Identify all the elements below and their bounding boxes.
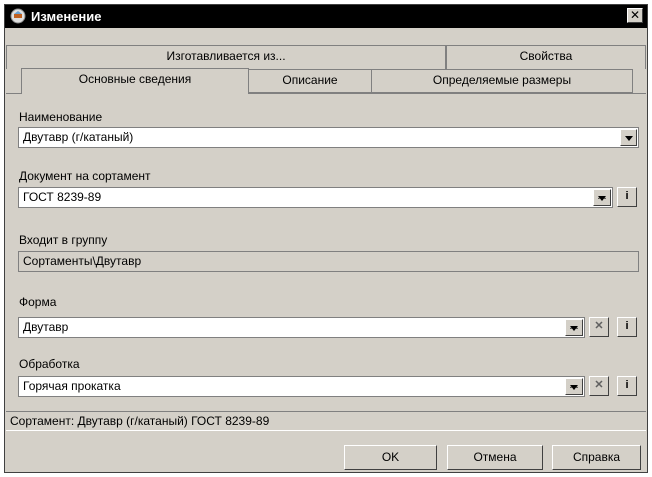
form-field[interactable]: Двутавр ...: [18, 317, 585, 338]
tab-description[interactable]: Описание: [248, 69, 372, 93]
tab-basic-info-label: Основные сведения: [78, 72, 192, 86]
close-icon: ✕: [629, 8, 641, 22]
group-value: Сортаменты\Двутавр: [23, 254, 142, 268]
chevron-down-icon[interactable]: [620, 129, 637, 146]
edit-dialog: Изменение ✕ Изготавливается из... Свойст…: [4, 4, 648, 473]
x-icon: ✕: [594, 379, 604, 391]
info-icon: i: [625, 320, 629, 332]
info-icon: i: [625, 379, 629, 391]
document-value: ГОСТ 8239-89: [23, 190, 102, 204]
form-value: Двутавр: [23, 320, 69, 334]
group-field: Сортаменты\Двутавр: [18, 251, 639, 272]
name-select[interactable]: Двутавр (г/катаный): [18, 127, 639, 148]
processing-field[interactable]: Горячая прокатка ...: [18, 376, 585, 397]
title-bar: Изменение ✕: [5, 5, 647, 28]
ok-button[interactable]: OK: [344, 445, 437, 470]
app-icon: [10, 8, 26, 24]
tab-defined-sizes-label: Определяемые размеры: [432, 73, 572, 87]
document-label: Документ на сортамент: [19, 169, 151, 183]
tab-made-from[interactable]: Изготавливается из...: [6, 45, 446, 69]
info-button-processing[interactable]: i: [617, 376, 637, 396]
help-button[interactable]: Справка: [552, 445, 641, 470]
cancel-button[interactable]: Отмена: [447, 445, 543, 470]
status-bar: Сортамент: Двутавр (г/катаный) ГОСТ 8239…: [6, 411, 646, 431]
clear-button-form[interactable]: ✕: [589, 317, 609, 337]
name-value: Двутавр (г/катаный): [23, 130, 134, 144]
processing-label: Обработка: [19, 357, 80, 371]
window-title: Изменение: [31, 9, 102, 24]
clear-button-processing[interactable]: ✕: [589, 376, 609, 396]
document-field[interactable]: ГОСТ 8239-89 ...: [18, 187, 613, 208]
tab-made-from-label: Изготавливается из...: [166, 49, 286, 63]
tab-defined-sizes[interactable]: Определяемые размеры: [371, 69, 633, 93]
info-button-document[interactable]: i: [617, 187, 637, 207]
close-button[interactable]: ✕: [627, 8, 643, 23]
name-label: Наименование: [19, 110, 103, 124]
tab-properties-label: Свойства: [519, 49, 573, 63]
ellipsis-button[interactable]: ...: [593, 189, 611, 206]
tab-description-label: Описание: [282, 73, 338, 87]
info-button-form[interactable]: i: [617, 317, 637, 337]
info-icon: i: [625, 190, 629, 202]
ellipsis-button[interactable]: ...: [565, 378, 583, 395]
processing-value: Горячая прокатка: [23, 379, 121, 393]
form-label: Форма: [19, 295, 57, 309]
group-label: Входит в группу: [19, 233, 108, 247]
ellipsis-button[interactable]: ...: [565, 319, 583, 336]
tab-basic-info[interactable]: Основные сведения: [21, 68, 249, 94]
tab-properties[interactable]: Свойства: [446, 45, 646, 69]
x-icon: ✕: [594, 320, 604, 332]
